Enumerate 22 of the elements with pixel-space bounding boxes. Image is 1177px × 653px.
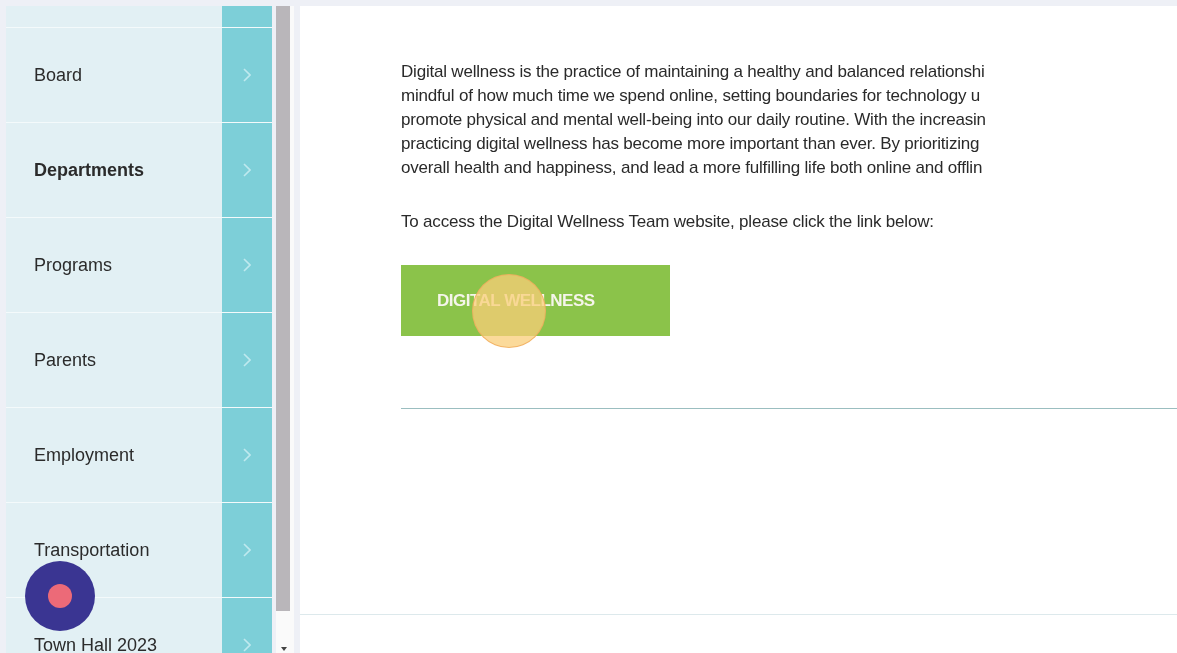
paragraph-line: Digital wellness is the practice of maintaining a healthy and balanced relationshi	[401, 61, 986, 83]
nav-item[interactable]: Board	[6, 28, 222, 122]
nav-item[interactable]: Employment	[6, 408, 222, 502]
chevron-right-icon[interactable]	[243, 258, 251, 272]
nav-item[interactable]: Transportation	[6, 503, 222, 597]
chevron-right-icon[interactable]	[243, 543, 251, 557]
chevron-right-icon[interactable]	[243, 68, 251, 82]
scrollbar[interactable]	[276, 6, 294, 653]
chevron-right-icon[interactable]	[243, 163, 251, 177]
nav-item[interactable]: Programs	[6, 218, 222, 312]
nav-item[interactable]: Parents	[6, 313, 222, 407]
paragraph-line: promote physical and mental well-being into our daily routine. With the increasin	[401, 109, 987, 131]
link-prompt: To access the Digital Wellness Team website, please click the link below:	[401, 211, 935, 233]
scroll-down-icon[interactable]	[281, 647, 287, 651]
chevron-right-icon[interactable]	[243, 353, 251, 367]
paragraph-line: overall health and happiness, and lead a more fulfilling life both online and offlin	[401, 157, 984, 179]
paragraph-line: practicing digital wellness has become more important than ever. By prioritizing	[401, 133, 981, 155]
chevron-right-icon[interactable]	[243, 448, 251, 462]
nav-item[interactable]: Departments	[6, 123, 222, 217]
nav-item[interactable]: Town Hall 2023	[6, 598, 222, 653]
paragraph-line: mindful of how much time we spend online, setting boundaries for technology u	[401, 85, 981, 107]
chevron-right-icon[interactable]	[243, 638, 251, 652]
